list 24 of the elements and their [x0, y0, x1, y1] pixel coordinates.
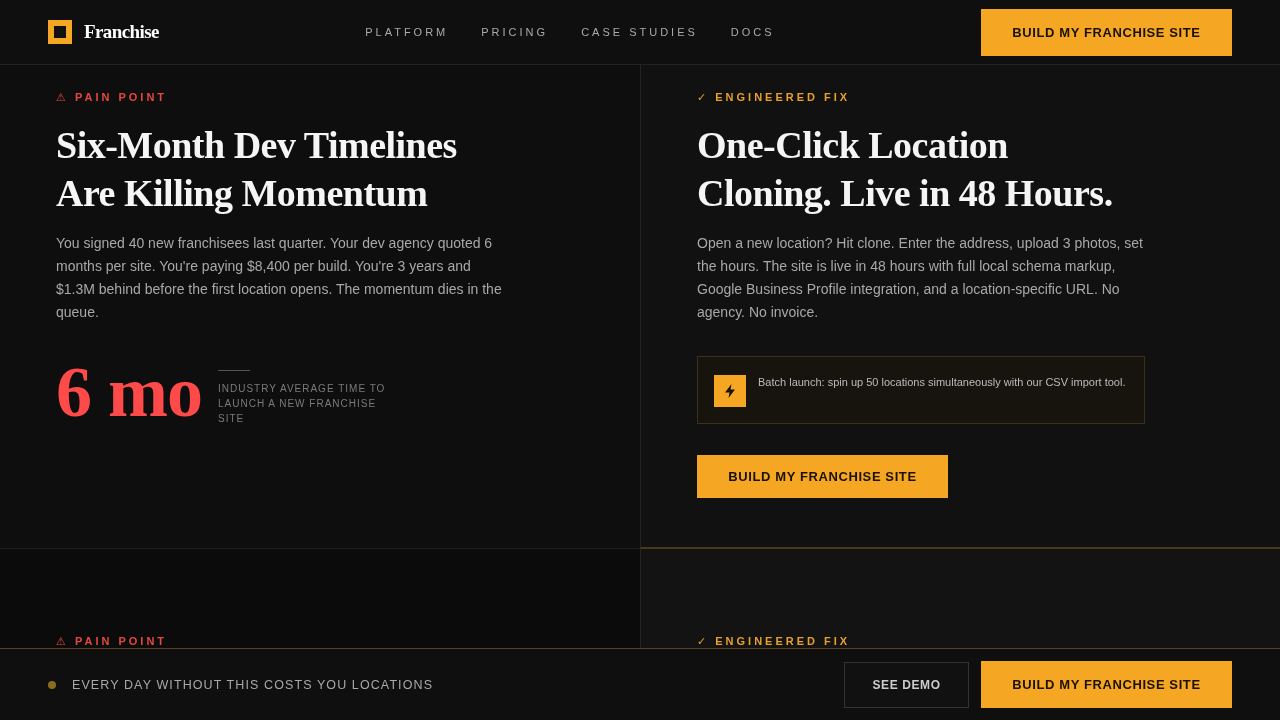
section-label: ✓ ENGINEERED FIX [697, 635, 851, 648]
nav-link[interactable]: PLATFORM [365, 26, 449, 38]
square-logo-icon [48, 20, 72, 44]
build-site-button[interactable]: BUILD MY FRANCHISE SITE [697, 455, 948, 498]
lightning-icon [714, 375, 746, 407]
see-demo-button[interactable]: SEE DEMO [844, 661, 969, 708]
urgency-message: EVERY DAY WITHOUT THIS COSTS YOU LOCATIONS [72, 677, 434, 692]
build-site-button[interactable]: BUILD MY FRANCHISE SITE [981, 661, 1232, 708]
callout-text: Batch launch: spin up 50 locations simultaneously with our CSV import tool. [758, 375, 1126, 389]
section-label: ⚠ PAIN POINT [56, 635, 168, 648]
section-heading: One-Click Location Cloning. Live in 48 Hours. [697, 123, 1114, 216]
section-paragraph: You signed 40 new franchisees last quarter. Your dev agency quoted 6 months per site. You're paying $8,400 per build. You're 3 years and $1.3M behind before the first location opens. The momentum dies in the queue. [56, 234, 503, 322]
nav-link[interactable]: CASE STUDIES [581, 26, 698, 38]
nav-link[interactable]: PRICING [481, 26, 549, 38]
section-paragraph: Open a new location? Hit clone. Enter the address, upload 3 photos, set the hours. The site is live in 48 hours with full local schema markup, Google Business Profile integration, and a location-specific URL. No agency. No invoice. [697, 234, 1144, 322]
nav-link[interactable]: DOCS [730, 26, 775, 38]
section-label: ✓ ENGINEERED FIX [697, 91, 851, 104]
build-site-button[interactable]: BUILD MY FRANCHISE SITE [981, 8, 1232, 56]
stat-value: 6 mo [56, 356, 202, 428]
section-heading: Six-Month Dev Timelines Are Killing Momentum [56, 123, 458, 216]
stat-caption: INDUSTRY AVERAGE TIME TO LAUNCH A NEW FRANCHISE SITE [218, 382, 387, 426]
section-label: ⚠ PAIN POINT [56, 91, 168, 104]
dot-icon [48, 680, 56, 689]
brand-name: Franchise [84, 21, 159, 43]
